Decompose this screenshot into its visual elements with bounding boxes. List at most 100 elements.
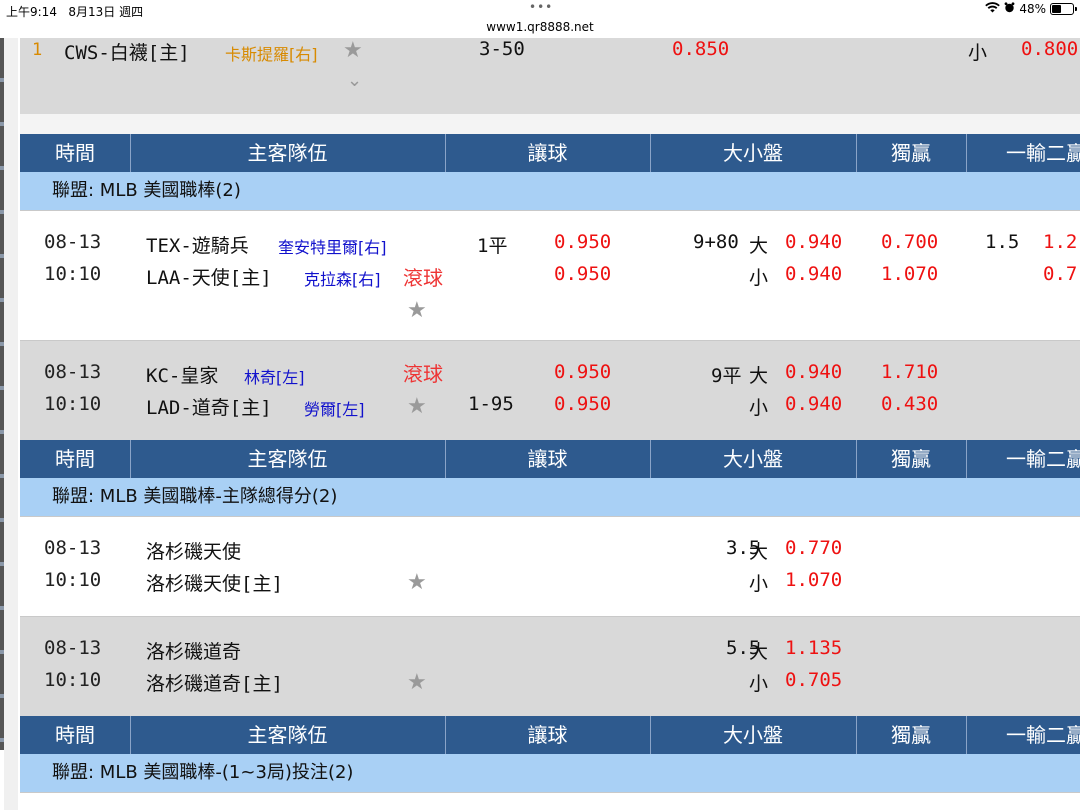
league-bar[interactable]: 聯盟: MLB 美國職棒-主隊總得分(2): [20, 478, 1080, 516]
match-date: 08-13: [44, 637, 102, 659]
ou-big-label: 大: [749, 235, 769, 257]
header-runline: 一輸二贏: [1006, 141, 1080, 165]
favorite-star-icon[interactable]: ★: [407, 670, 427, 695]
league-bar[interactable]: 聯盟: MLB 美國職棒-(1~3局)投注(2): [20, 754, 1080, 792]
status-time: 上午9:14: [6, 5, 57, 19]
ou-odds-under[interactable]: 0.940: [785, 393, 842, 415]
ou-big-label: 大: [749, 641, 769, 663]
favorite-star-icon[interactable]: ★: [407, 394, 427, 419]
league-bar[interactable]: 聯盟: MLB 美國職棒(2): [20, 172, 1080, 210]
runline-away[interactable]: 1.2: [1043, 231, 1077, 253]
ou-big-label: 大: [749, 541, 769, 563]
ou-small-label: 小: [749, 267, 769, 289]
match-row: 08-13 10:10 洛杉磯道奇 洛杉磯道奇[主] ★ 5.5 大 小 1.1…: [20, 616, 1080, 717]
ou-line: 9+80: [693, 231, 739, 253]
match-time: 10:10: [44, 569, 102, 591]
battery-percent: 48%: [1019, 2, 1046, 16]
header-handicap: 讓球: [445, 134, 651, 172]
address-url[interactable]: www1.qr8888.net: [0, 20, 1080, 34]
partial-match-row: 1 CWS-白襪[主] 卡斯提羅[右] ★ ⌄ 3-50 0.850 小 0.8…: [20, 38, 1080, 114]
home-pitcher: 勞爾[左]: [304, 400, 365, 419]
team-name: CWS-白襪[主]: [64, 42, 190, 64]
handicap-odds-home[interactable]: 0.950: [554, 393, 611, 415]
handicap-odds-away[interactable]: 0.950: [554, 231, 611, 253]
handicap-line: 3-50: [479, 38, 525, 60]
ou-odds-over[interactable]: 1.135: [785, 637, 842, 659]
home-pitcher: 克拉森[右]: [304, 270, 381, 289]
left-edge-gutter: [4, 38, 18, 810]
league-title: 聯盟: MLB 美國職棒-(1~3局)投注(2): [52, 762, 354, 783]
ou-odds-under[interactable]: 0.705: [785, 669, 842, 691]
team-one: 洛杉磯天使: [146, 541, 242, 563]
team-two: 洛杉磯道奇[主]: [146, 673, 283, 695]
header-teams: 主客隊伍: [130, 134, 446, 172]
pitcher-name: 卡斯提羅[右]: [225, 45, 318, 64]
ou-odds-over[interactable]: 0.940: [785, 231, 842, 253]
header-time: 時間: [20, 440, 131, 478]
home-team: LAA-天使[主]: [146, 267, 272, 289]
more-dots-icon[interactable]: •••: [529, 0, 553, 14]
ou-odds-under[interactable]: 1.070: [785, 569, 842, 591]
away-pitcher: 奎安特里爾[右]: [278, 238, 387, 257]
handicap-odds[interactable]: 0.850: [672, 38, 729, 60]
ou-small-label: 小: [968, 42, 988, 64]
status-time-date: 上午9:14 8月13日 週四: [6, 3, 143, 20]
battery-icon: [1050, 3, 1077, 15]
header-moneyline: 獨贏: [856, 716, 967, 754]
ou-odds-over[interactable]: 0.770: [785, 537, 842, 559]
ou-odds-over[interactable]: 0.940: [785, 361, 842, 383]
header-teams: 主客隊伍: [130, 440, 446, 478]
ou-small-label: 小: [749, 573, 769, 595]
favorite-star-icon[interactable]: ★: [407, 570, 427, 595]
handicap-line: 1-95: [468, 393, 514, 415]
moneyline-away[interactable]: 0.700: [881, 231, 938, 253]
header-runline: 一輸二贏: [1006, 447, 1080, 471]
header-over-under: 大小盤: [650, 716, 857, 754]
favorite-star-icon[interactable]: ★: [407, 298, 427, 323]
table-header: 時間 主客隊伍 讓球 大小盤 獨贏 一輸二贏: [20, 716, 1080, 754]
live-badge: 滾球: [403, 266, 443, 290]
ou-big-label: 大: [749, 365, 769, 387]
header-time: 時間: [20, 716, 131, 754]
header-moneyline: 獨贏: [856, 440, 967, 478]
header-runline: 一輸二贏: [1006, 723, 1080, 747]
away-team: KC-皇家: [146, 365, 219, 387]
status-date: 8月13日 週四: [68, 5, 144, 19]
match-time: 10:10: [44, 393, 102, 415]
header-handicap: 讓球: [445, 716, 651, 754]
status-bar: 上午9:14 8月13日 週四 ••• www1.qr8888.net 48%: [0, 0, 1080, 38]
header-teams: 主客隊伍: [130, 716, 446, 754]
favorite-star-icon[interactable]: ★: [343, 38, 363, 63]
team-two: 洛杉磯天使[主]: [146, 573, 283, 595]
match-date: 08-13: [44, 361, 102, 383]
match-time: 10:10: [44, 669, 102, 691]
moneyline-away[interactable]: 1.710: [881, 361, 938, 383]
match-time: 10:10: [44, 263, 102, 285]
match-row: 08-13 10:10 KC-皇家 林奇[左] LAD-道奇[主] 勞爾[左] …: [20, 340, 1080, 441]
handicap-odds-home[interactable]: 0.950: [554, 263, 611, 285]
ou-small-label: 小: [749, 673, 769, 695]
match-date: 08-13: [44, 537, 102, 559]
runline-line: 1.5: [985, 231, 1020, 253]
ou-odds[interactable]: 0.800: [1021, 38, 1078, 60]
match-row: [20, 792, 1080, 811]
live-badge: 滾球: [403, 362, 443, 386]
spacer: [20, 114, 1080, 134]
chevron-down-icon[interactable]: ⌄: [347, 70, 362, 91]
handicap-line: 1平: [477, 235, 508, 257]
handicap-odds-away[interactable]: 0.950: [554, 361, 611, 383]
match-date: 08-13: [44, 231, 102, 253]
home-team: LAD-道奇[主]: [146, 397, 272, 419]
status-right: 48%: [985, 2, 1077, 16]
league-title: 聯盟: MLB 美國職棒-主隊總得分(2): [52, 486, 338, 507]
row-index: 1: [32, 40, 43, 60]
moneyline-home[interactable]: 0.430: [881, 393, 938, 415]
header-handicap: 讓球: [445, 440, 651, 478]
league-title: 聯盟: MLB 美國職棒(2): [52, 180, 241, 201]
runline-home[interactable]: 0.7: [1043, 263, 1077, 285]
match-row: 08-13 10:10 洛杉磯天使 洛杉磯天使[主] ★ 3.5 大 小 0.7…: [20, 516, 1080, 617]
away-pitcher: 林奇[左]: [244, 368, 305, 387]
moneyline-home[interactable]: 1.070: [881, 263, 938, 285]
ou-line: 9平: [711, 365, 742, 387]
ou-odds-under[interactable]: 0.940: [785, 263, 842, 285]
